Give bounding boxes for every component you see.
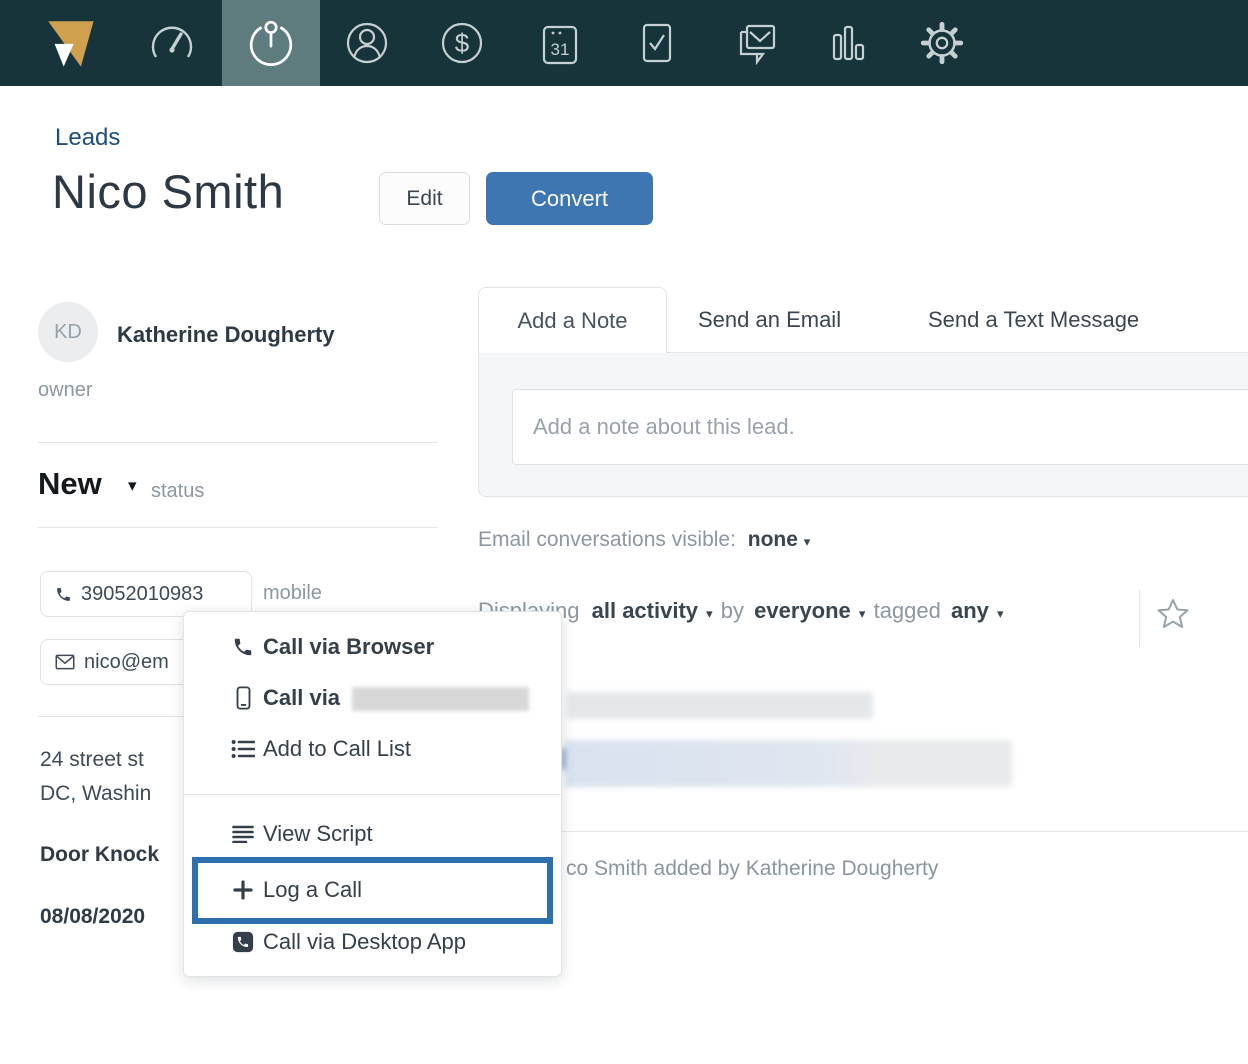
- by-filter[interactable]: everyone: [754, 598, 851, 623]
- dashboard-icon: [151, 26, 193, 58]
- bar-chart-icon: [832, 25, 865, 61]
- by-label: by: [720, 598, 745, 623]
- svg-text:$: $: [455, 28, 470, 58]
- address-line-1: 24 street st: [40, 748, 144, 771]
- desktop-phone-icon: [230, 931, 256, 953]
- divider: [38, 527, 438, 528]
- phone-number: 39052010983: [81, 582, 204, 605]
- nav-contacts[interactable]: [341, 0, 393, 86]
- menu-item-call-via-phone[interactable]: Call via: [184, 676, 561, 720]
- menu-item-label: Add to Call List: [263, 736, 411, 761]
- menu-item-label: Call via Desktop App: [263, 929, 466, 954]
- redacted-phone-number: [352, 687, 530, 712]
- tab-send-an-email[interactable]: Send an Email: [698, 307, 841, 333]
- nav-calendar[interactable]: 31: [534, 0, 586, 86]
- menu-item-call-via-desktop-app[interactable]: Call via Desktop App: [184, 920, 561, 964]
- nav-opportunities[interactable]: $: [436, 0, 488, 86]
- page-title: Nico Smith: [52, 165, 285, 218]
- menu-item-label: Call via: [263, 684, 341, 710]
- note-input-placeholder: Add a note about this lead.: [533, 414, 795, 439]
- call-options-menu: Call via Browser Call via Add to Call Li…: [183, 611, 562, 977]
- email-visibility-label: Email conversations visible:: [478, 528, 736, 551]
- divider: [478, 831, 1248, 832]
- status-value[interactable]: New: [38, 466, 102, 502]
- owner-name[interactable]: Katherine Dougherty: [117, 322, 335, 348]
- gear-icon: [920, 21, 964, 65]
- tab-add-a-note[interactable]: Add a Note: [478, 287, 667, 353]
- menu-item-label: Call via Browser: [263, 634, 435, 659]
- plus-icon: [230, 880, 256, 900]
- status-caret-icon[interactable]: ▾: [128, 476, 137, 496]
- email-visibility-value[interactable]: none: [748, 528, 798, 551]
- nav-tasks[interactable]: [631, 0, 683, 86]
- nav-settings[interactable]: [915, 0, 969, 86]
- calendar-icon: 31: [542, 25, 578, 65]
- divider: [1139, 590, 1140, 647]
- favorite-star-button[interactable]: [1155, 596, 1191, 637]
- convert-button[interactable]: Convert: [486, 172, 653, 225]
- lead-detail-page: $ 31 Leads Nico Smith Edit Convert KD Ka…: [0, 0, 1248, 1064]
- phone-type-label: mobile: [263, 582, 322, 604]
- calendar-day-label: 31: [551, 40, 570, 59]
- call-list-icon: [230, 739, 256, 759]
- owner-avatar[interactable]: KD: [38, 302, 98, 362]
- chevron-down-icon[interactable]: ▾: [706, 606, 713, 621]
- chevron-down-icon[interactable]: ▾: [859, 606, 866, 621]
- leads-icon: [249, 20, 293, 66]
- edit-button-label: Edit: [406, 186, 443, 210]
- owner-initials: KD: [54, 320, 82, 343]
- menu-item-add-to-call-list[interactable]: Add to Call List: [184, 727, 561, 771]
- address-line-2: DC, Washin: [40, 782, 152, 805]
- tab-add-a-note-label: Add a Note: [517, 307, 628, 333]
- mobile-phone-icon: [230, 686, 256, 710]
- menu-item-view-script[interactable]: View Script: [184, 812, 561, 856]
- dollar-icon: $: [441, 22, 483, 64]
- email-address: nico@em: [84, 650, 169, 673]
- contacts-icon: [346, 22, 388, 64]
- nav-messages[interactable]: [728, 0, 784, 86]
- chevron-down-icon[interactable]: ▾: [997, 606, 1004, 621]
- menu-item-log-a-call[interactable]: Log a Call: [184, 868, 561, 912]
- envelope-icon: [55, 654, 75, 670]
- tab-send-a-text-message[interactable]: Send a Text Message: [928, 307, 1139, 333]
- divider: [38, 442, 438, 443]
- menu-item-label: View Script: [263, 821, 373, 846]
- top-navigation-bar: $ 31: [0, 0, 1248, 86]
- phone-icon: [230, 636, 256, 658]
- tagged-filter[interactable]: any: [951, 598, 989, 623]
- email-chip[interactable]: nico@em: [40, 639, 204, 685]
- breadcrumb[interactable]: Leads: [55, 124, 120, 152]
- nav-leads[interactable]: [222, 0, 320, 86]
- nav-dashboard[interactable]: [146, 0, 198, 86]
- edit-button[interactable]: Edit: [379, 172, 470, 225]
- messages-icon: [739, 24, 776, 66]
- tagged-label: tagged: [873, 598, 941, 623]
- convert-button-label: Convert: [530, 185, 609, 211]
- activity-entry-text: co Smith added by Katherine Dougherty: [566, 857, 939, 880]
- redacted-activity-row: [565, 740, 1012, 787]
- activity-type-filter[interactable]: all activity: [592, 598, 698, 623]
- chevron-down-icon: ▾: [803, 534, 811, 549]
- phone-icon: [57, 587, 70, 601]
- star-icon: [1157, 599, 1189, 628]
- note-input[interactable]: Add a note about this lead.: [512, 389, 1248, 465]
- custom-field-door-knock: Door Knock: [40, 843, 160, 866]
- email-visibility-row[interactable]: Email conversations visible: none ▾: [478, 528, 810, 552]
- script-lines-icon: [230, 825, 256, 843]
- tasks-check-icon: [642, 23, 672, 63]
- status-field-label: status: [151, 480, 205, 502]
- app-logo[interactable]: [32, 0, 108, 86]
- copper-logo-icon: [48, 21, 94, 67]
- menu-item-label: Log a Call: [263, 877, 363, 902]
- nav-reports[interactable]: [822, 0, 874, 86]
- divider: [184, 794, 561, 795]
- menu-item-call-via-browser[interactable]: Call via Browser: [184, 625, 561, 669]
- redacted-activity-row: [567, 692, 873, 719]
- owner-field-label: owner: [38, 379, 93, 401]
- custom-field-date: 08/08/2020: [40, 905, 146, 928]
